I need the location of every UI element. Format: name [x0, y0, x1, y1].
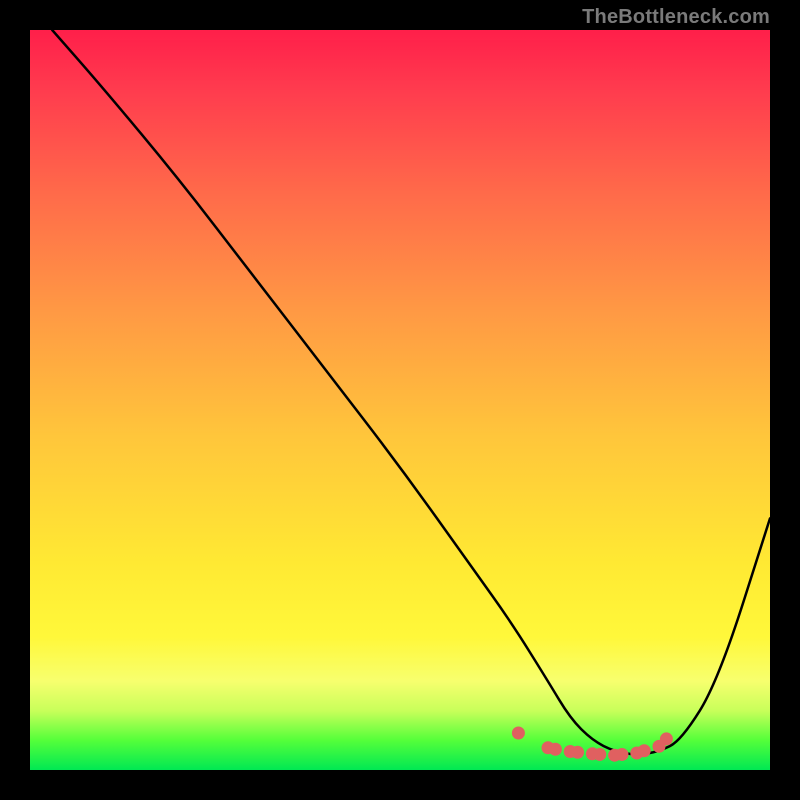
bottleneck-curve: [52, 30, 770, 754]
valley-dot: [512, 727, 525, 740]
watermark-text: TheBottleneck.com: [582, 6, 770, 29]
plot-area: [30, 30, 770, 770]
valley-dot: [549, 743, 562, 756]
valley-dot: [593, 748, 606, 761]
chart-svg: [30, 30, 770, 770]
curve-group: [52, 30, 770, 754]
valley-dot: [571, 746, 584, 759]
chart-frame: TheBottleneck.com: [0, 0, 800, 800]
dots-group: [512, 727, 673, 762]
valley-dot: [638, 744, 651, 757]
valley-dot: [660, 732, 673, 745]
valley-dot: [616, 748, 629, 761]
